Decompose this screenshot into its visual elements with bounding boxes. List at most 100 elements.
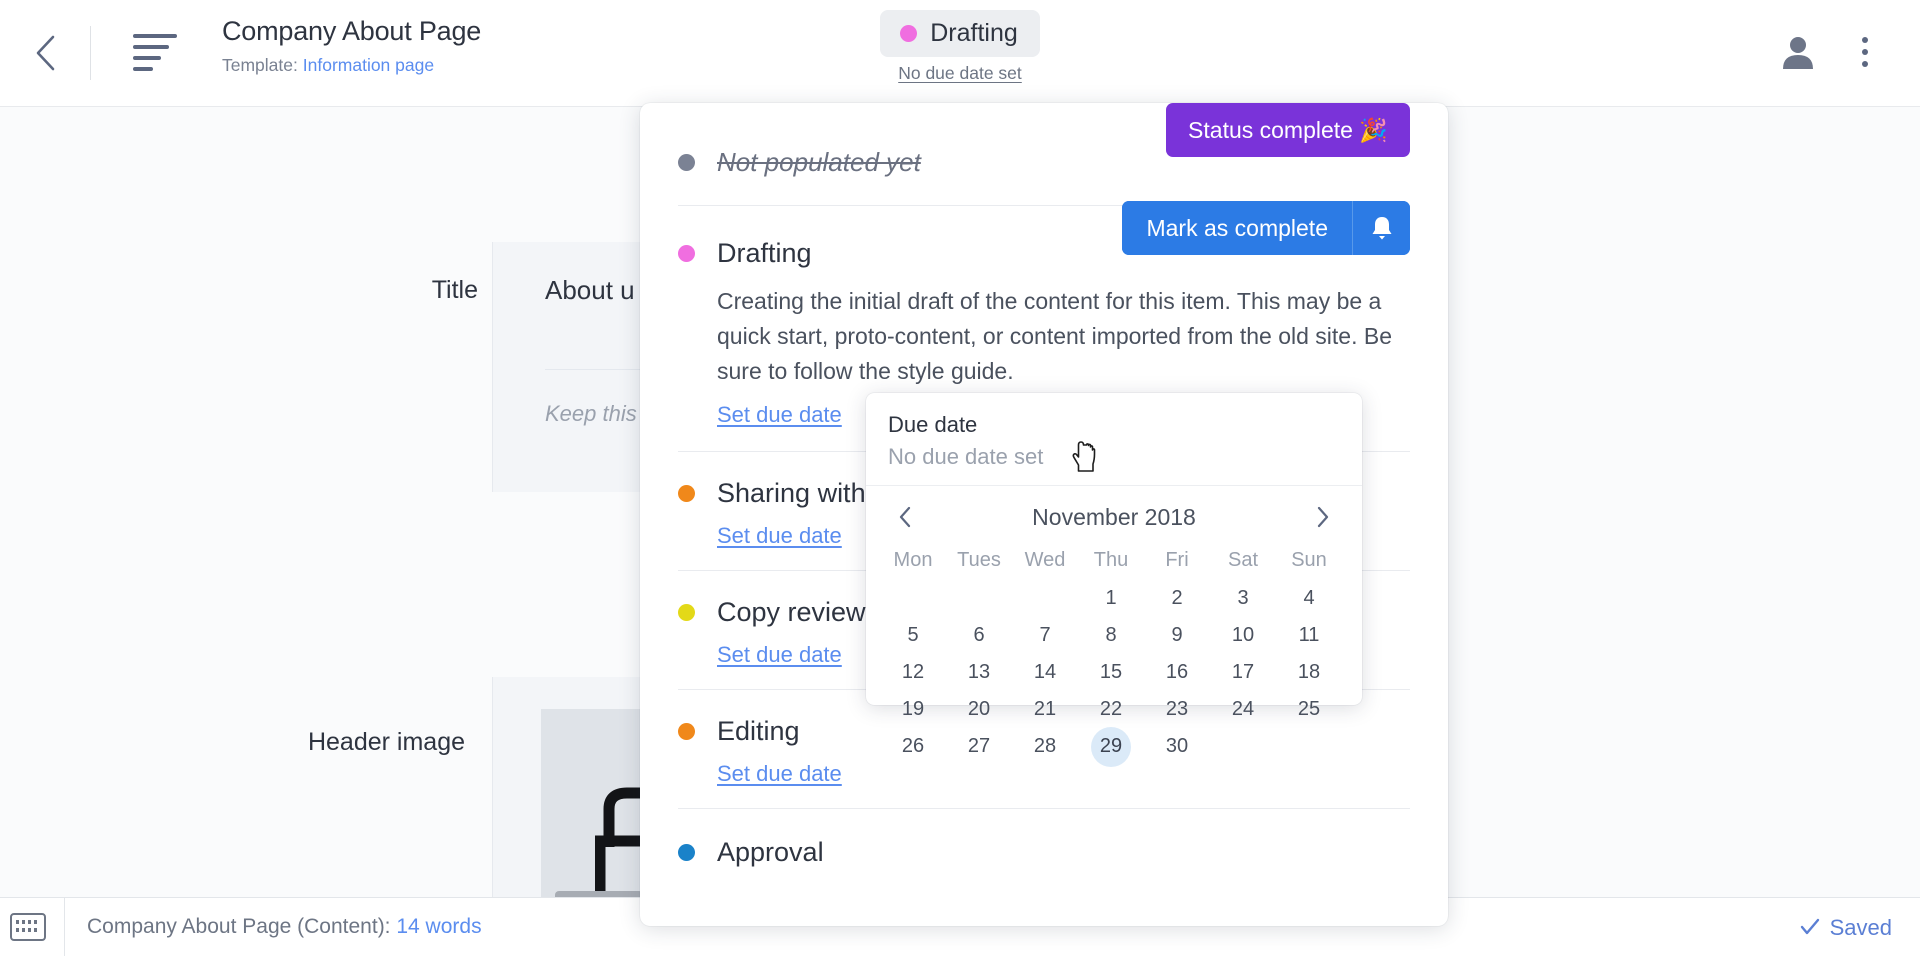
- calendar-day-label: 28: [1033, 735, 1057, 757]
- header-image-field-label: Header image: [307, 728, 465, 756]
- calendar-day-20[interactable]: 20: [946, 691, 1012, 728]
- calendar-day-label: 1: [1105, 587, 1117, 609]
- calendar-day-3[interactable]: 3: [1210, 580, 1276, 617]
- calendar-week-row: 5 6 7 8 9 10 11: [880, 617, 1348, 654]
- calendar-day-15[interactable]: 15: [1078, 654, 1144, 691]
- calendar-day-26[interactable]: 26: [880, 728, 946, 765]
- calendar-day-10[interactable]: 10: [1210, 617, 1276, 654]
- set-due-date-link[interactable]: Set due date: [717, 401, 842, 429]
- calendar-day-14[interactable]: 14: [1012, 654, 1078, 691]
- calendar-day-6[interactable]: 6: [946, 617, 1012, 654]
- calendar-day-label: 17: [1231, 661, 1255, 683]
- calendar-empty-cell: [1012, 580, 1078, 617]
- calendar-day-5[interactable]: 5: [880, 617, 946, 654]
- calendar-day-7[interactable]: 7: [1012, 617, 1078, 654]
- word-count-link[interactable]: 14 words: [396, 915, 481, 938]
- mark-complete-button-group: Mark as complete: [1122, 201, 1410, 255]
- no-due-date-link[interactable]: No due date set: [898, 63, 1022, 84]
- calendar-day-27[interactable]: 27: [946, 728, 1012, 765]
- word-count-status: Company About Page (Content): 14 words: [87, 914, 482, 940]
- calendar-day-21[interactable]: 21: [1012, 691, 1078, 728]
- stage-name: Editing: [717, 716, 800, 746]
- calendar-day-12[interactable]: 12: [880, 654, 946, 691]
- date-picker-nav: November 2018: [866, 486, 1362, 540]
- calendar-weekday-thu: Thu: [1093, 548, 1129, 571]
- title-block: Company About Page Template: Information…: [222, 14, 481, 76]
- calendar-weekday-tues: Tues: [957, 548, 1001, 571]
- calendar-day-11[interactable]: 11: [1276, 617, 1342, 654]
- stage-dot: [678, 153, 695, 171]
- back-button[interactable]: [14, 22, 76, 84]
- chevron-left-icon: [899, 506, 911, 528]
- calendar-day-22[interactable]: 22: [1078, 691, 1144, 728]
- workflow-stage-not-populated: Not populated yet Status complete 🎉: [640, 103, 1448, 205]
- prev-month-button[interactable]: [888, 500, 922, 534]
- calendar-day-label: 3: [1237, 587, 1249, 609]
- kebab-menu-icon[interactable]: [1848, 30, 1882, 74]
- calendar-day-28[interactable]: 28: [1012, 728, 1078, 765]
- calendar-day-4[interactable]: 4: [1276, 580, 1342, 617]
- calendar-grid: Mon Tues Wed Thu Fri Sat Sun 1 2 3 4 5 6 7 8 9 10 11 12 13 1…: [866, 540, 1362, 777]
- calendar-weekday-sat: Sat: [1227, 548, 1259, 571]
- calendar-day-label: 15: [1099, 661, 1123, 683]
- title-field-value[interactable]: About u: [545, 274, 635, 306]
- page-title: Company About Page: [222, 16, 482, 46]
- saved-indicator: Saved: [1800, 914, 1892, 941]
- stage-dot: [678, 603, 695, 621]
- status-dot: [900, 24, 918, 42]
- status-pill[interactable]: Drafting: [880, 10, 1040, 57]
- calendar-day-13[interactable]: 13: [946, 654, 1012, 691]
- set-due-date-link[interactable]: Set due date: [717, 641, 842, 669]
- calendar-day-17[interactable]: 17: [1210, 654, 1276, 691]
- calendar-day-label: 6: [973, 624, 985, 646]
- calendar-day-18[interactable]: 18: [1276, 654, 1342, 691]
- chevron-left-icon: [36, 35, 55, 71]
- top-bar: Company About Page Template: Information…: [0, 0, 1920, 107]
- mark-as-complete-button[interactable]: Mark as complete: [1122, 201, 1352, 255]
- calendar-day-9[interactable]: 9: [1144, 617, 1210, 654]
- calendar-day-23[interactable]: 23: [1144, 691, 1210, 728]
- calendar-week-row: 26 27 28 29 30: [880, 726, 1348, 767]
- calendar-day-19[interactable]: 19: [880, 691, 946, 728]
- date-picker-header: Due date No due date set: [866, 393, 1362, 486]
- calendar-weekday-wed: Wed: [1024, 548, 1066, 571]
- keyboard-icon[interactable]: [10, 913, 46, 941]
- calendar-empty-cell: [946, 580, 1012, 617]
- stage-dot: [678, 843, 695, 861]
- calendar-day-25[interactable]: 25: [1276, 691, 1342, 728]
- stage-name: Sharing with: [717, 478, 866, 508]
- bell-icon[interactable]: [1352, 201, 1410, 255]
- calendar-day-2[interactable]: 2: [1144, 580, 1210, 617]
- stage-name: Approval: [717, 837, 824, 867]
- calendar-weekday-mon: Mon: [893, 548, 933, 571]
- check-icon: [1800, 918, 1819, 935]
- calendar-day-29[interactable]: 29: [1078, 726, 1144, 767]
- template-prefix-label: Template:: [222, 55, 298, 75]
- person-icon[interactable]: [1778, 32, 1818, 72]
- calendar-day-label: 7: [1039, 624, 1051, 646]
- next-month-button[interactable]: [1306, 500, 1340, 534]
- calendar-day-8[interactable]: 8: [1078, 617, 1144, 654]
- set-due-date-link[interactable]: Set due date: [717, 760, 842, 788]
- document-lines-icon[interactable]: [133, 34, 177, 72]
- chevron-right-icon: [1317, 506, 1329, 528]
- calendar-day-24[interactable]: 24: [1210, 691, 1276, 728]
- calendar-day-label: 10: [1231, 624, 1255, 646]
- calendar-day-label: 18: [1297, 661, 1321, 683]
- template-link[interactable]: Information page: [303, 55, 434, 75]
- set-due-date-link[interactable]: Set due date: [717, 522, 842, 550]
- title-field-label: Title: [431, 276, 478, 304]
- calendar-weekday-sun: Sun: [1291, 548, 1327, 571]
- calendar-day-label: 22: [1099, 698, 1123, 720]
- calendar-empty-cell: [880, 580, 946, 617]
- calendar-day-30[interactable]: 30: [1144, 728, 1210, 765]
- calendar-day-label: 14: [1033, 661, 1057, 683]
- calendar-day-label: 8: [1105, 624, 1117, 646]
- calendar-day-1[interactable]: 1: [1078, 580, 1144, 617]
- calendar-day-label: 29: [1091, 726, 1131, 767]
- stage-name: Not populated yet: [717, 147, 921, 177]
- calendar-day-label: 13: [967, 661, 991, 683]
- calendar-day-label: 9: [1171, 624, 1183, 646]
- status-complete-button[interactable]: Status complete 🎉: [1166, 103, 1410, 157]
- calendar-day-16[interactable]: 16: [1144, 654, 1210, 691]
